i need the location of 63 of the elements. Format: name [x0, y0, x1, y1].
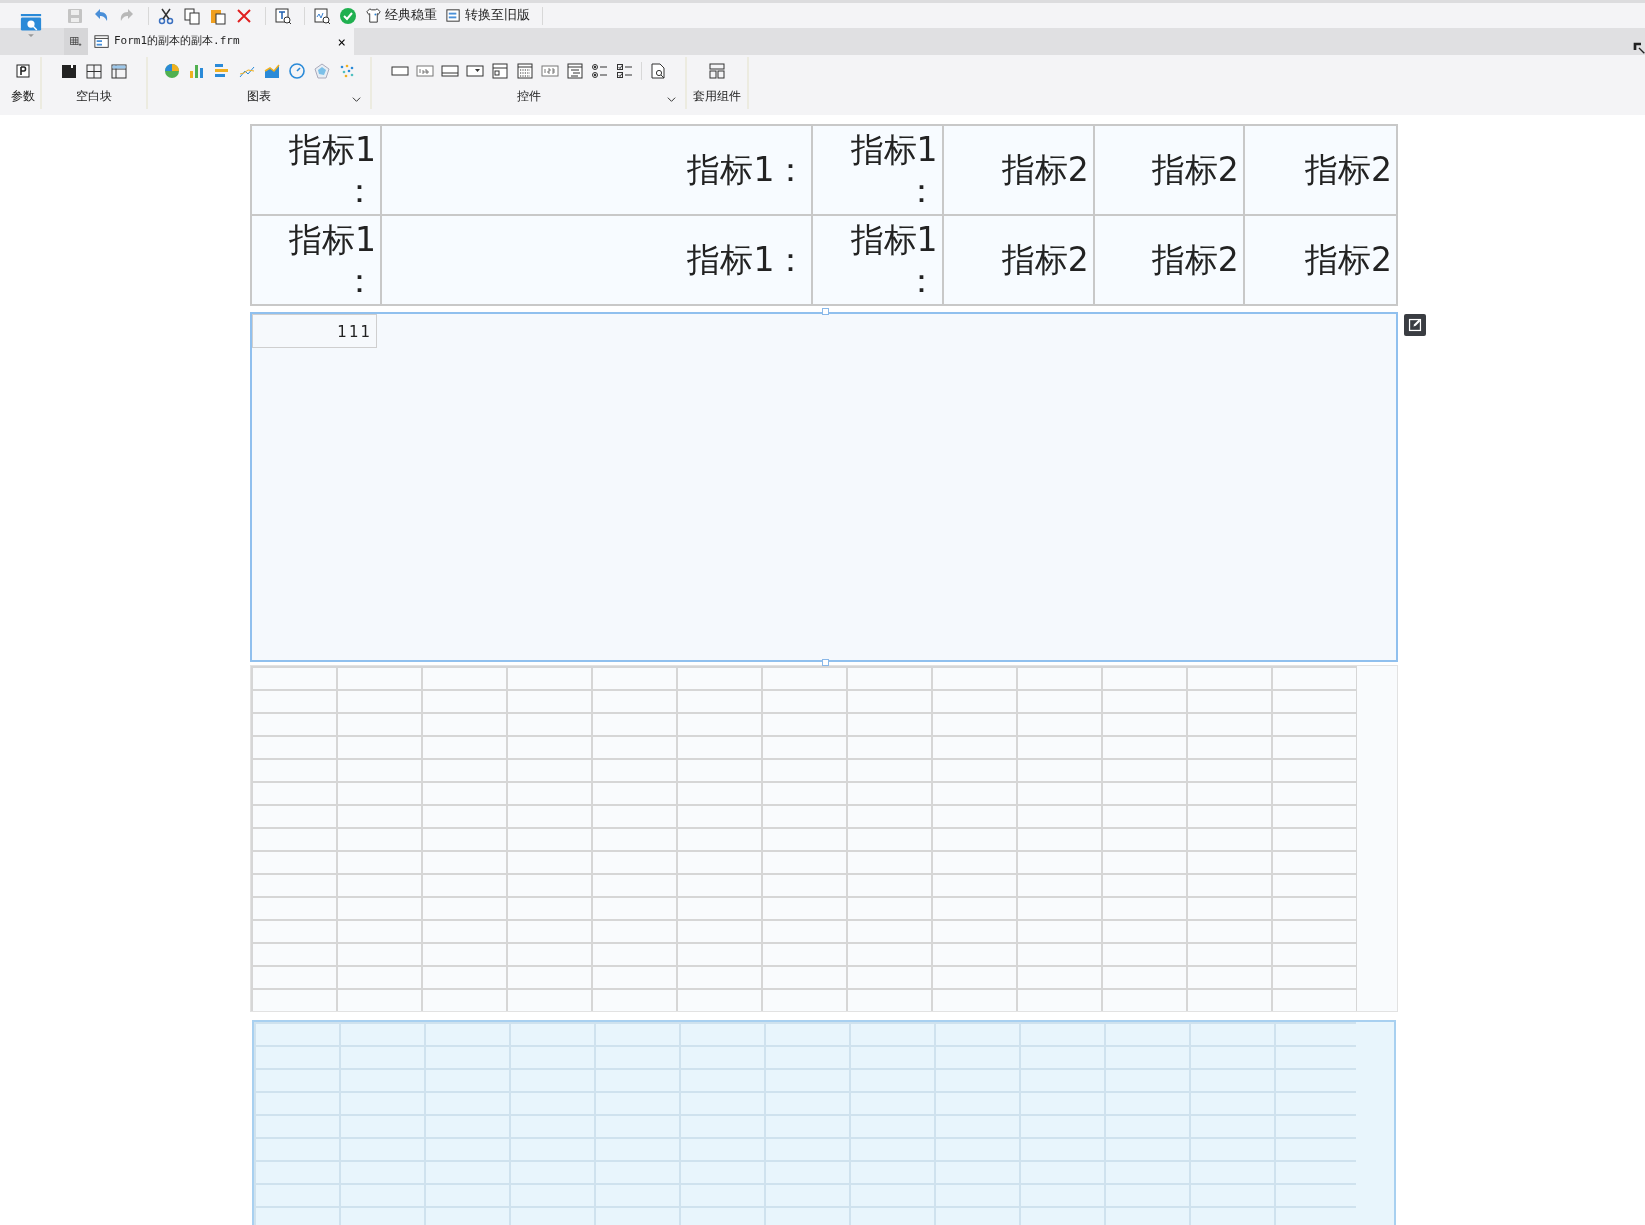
report-cell: 指标1：	[251, 215, 382, 305]
close-tab-button[interactable]: ×	[335, 34, 348, 49]
tab-title: Form1的副本的副本.frm	[114, 33, 240, 50]
horizontal-bar-chart-icon	[212, 62, 231, 80]
report-cell: 指标1：	[381, 215, 813, 305]
chevron-down-icon[interactable]	[351, 94, 362, 105]
text-area-icon	[565, 62, 584, 80]
document-search-icon	[648, 62, 667, 80]
report-cell: 指标1：	[381, 125, 813, 215]
ribbon-group-label: 控件	[516, 88, 541, 105]
ribbon-group-label: 套用组件	[693, 88, 741, 105]
dropdown-widget-icon	[465, 62, 484, 80]
report-cell: 指标2	[1093, 125, 1244, 215]
area-chart-icon	[262, 62, 281, 80]
radar-chart-icon	[312, 62, 331, 80]
form-file-icon	[94, 33, 110, 50]
gauge-icon	[287, 62, 306, 80]
value-cell: 111	[252, 314, 377, 348]
shirt-icon	[365, 7, 382, 24]
file-tab[interactable]: Form1的副本的副本.frm ×	[88, 28, 354, 55]
resize-handle[interactable]	[822, 659, 829, 666]
report-cell: 指标1：	[812, 125, 943, 215]
toolbar-text-button[interactable]: 转换至旧版	[443, 6, 536, 25]
grid-icon	[85, 62, 103, 80]
layout-icon	[708, 62, 726, 80]
blank-block-icon	[60, 62, 78, 80]
text-search-icon	[274, 6, 292, 25]
parameter-icon	[14, 62, 32, 80]
report-cell: 指标2	[942, 215, 1094, 305]
report-cell: 指标1：	[812, 215, 943, 305]
ribbon-group-label: 图表	[247, 88, 271, 105]
text-field-icon	[440, 62, 459, 80]
report-cell: 指标2	[1243, 125, 1397, 215]
label-widget-icon	[415, 62, 434, 80]
toolbar-text-button[interactable]: 经典稳重	[363, 6, 443, 25]
copy-icon	[183, 6, 201, 25]
edit-icon	[1408, 318, 1422, 332]
chevron-down-icon[interactable]	[666, 94, 677, 105]
delete-icon	[235, 6, 253, 25]
restore-window-icon[interactable]	[1633, 41, 1645, 54]
report-cell: 指标2	[1243, 215, 1397, 305]
radio-group-icon	[590, 62, 609, 80]
new-tab-button[interactable]	[64, 28, 88, 55]
check-icon	[339, 6, 357, 25]
checkbox-group-icon	[615, 62, 634, 80]
frame-widget-icon	[490, 62, 509, 80]
ribbon-group-label: 参数	[11, 88, 35, 105]
number-field-icon	[540, 62, 559, 80]
calendar-icon	[515, 62, 534, 80]
resize-handle[interactable]	[822, 308, 829, 315]
chart-preview-icon	[313, 6, 331, 25]
save-icon	[66, 6, 84, 25]
ribbon-group-label: 空白块	[76, 88, 112, 105]
table-icon	[110, 62, 128, 80]
document-icon	[445, 7, 462, 24]
scissors-icon	[157, 6, 175, 25]
layout-button[interactable]	[706, 60, 728, 82]
pie-chart-icon	[162, 62, 181, 80]
edit-button[interactable]	[1404, 314, 1426, 336]
report-cell: 指标2	[942, 125, 1094, 215]
bar-chart-icon	[187, 62, 206, 80]
report-cell: 指标2	[1093, 215, 1244, 305]
report-cell: 指标1：	[251, 125, 382, 215]
